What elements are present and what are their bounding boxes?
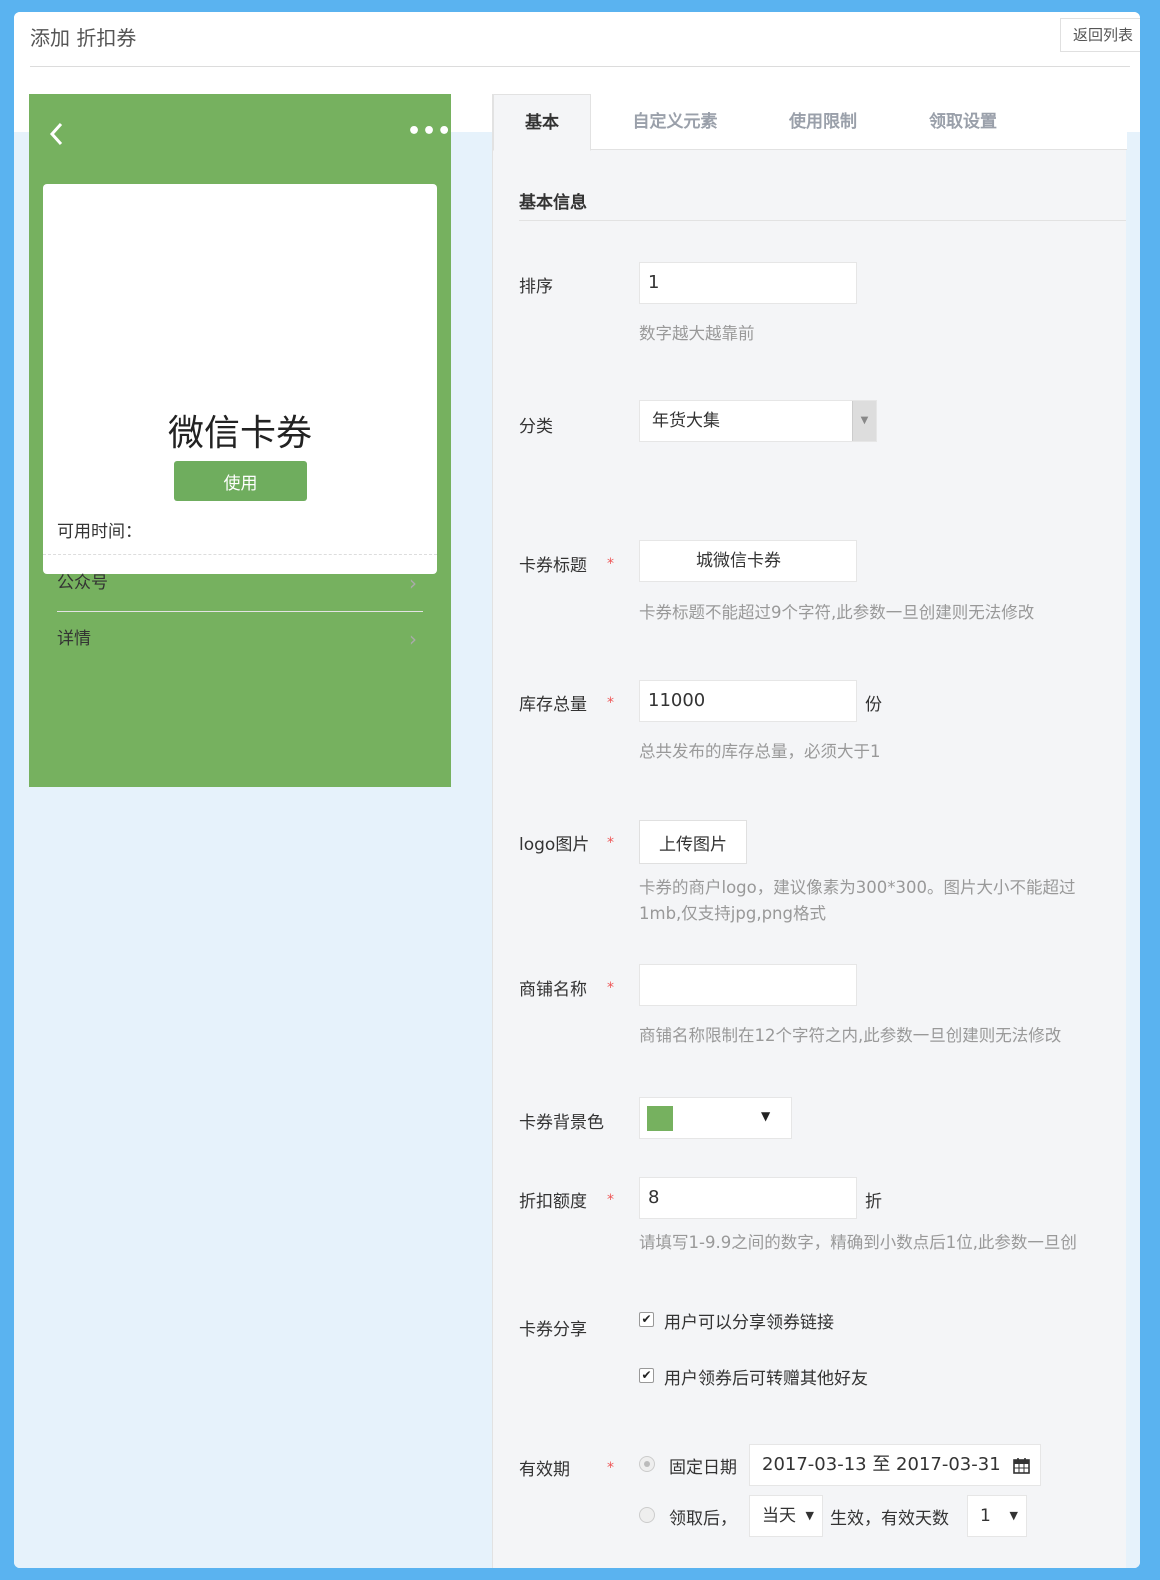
category-select[interactable]: 年货大集 ▼	[639, 400, 877, 442]
card-title-input[interactable]: 城微信卡券	[639, 540, 857, 582]
required-mark: *	[607, 556, 614, 572]
logo-help-line1: 卡券的商户logo，建议像素为300*300。图片大小不能超过	[639, 878, 1076, 897]
required-mark: *	[607, 695, 614, 711]
valid-days-value: 1	[980, 1506, 991, 1526]
tab-custom-elements[interactable]: 自定义元素	[605, 94, 745, 150]
app-frame: 添加 折扣券 返回列表 ••• 微信卡券 使用 可用时间： 公众号 › 详情 ›	[14, 12, 1140, 1568]
caret-down-icon: ▼	[1009, 1509, 1018, 1522]
merchant-logo	[229, 249, 279, 299]
caret-down-icon: ▼	[805, 1509, 814, 1522]
use-button[interactable]: 使用	[174, 461, 307, 501]
logo-help-line2: 1mb,仅支持jpg,png格式	[639, 904, 826, 923]
date-range-input[interactable]: 2017-03-13 至 2017-03-31	[749, 1444, 1041, 1486]
transfer-label: 用户领券后可转赠其他好友	[664, 1369, 868, 1389]
share-link-checkbox[interactable]: ✔	[639, 1312, 654, 1327]
row-label: 详情	[57, 629, 91, 649]
preview-card-title: 微信卡券	[167, 413, 312, 454]
fixed-date-radio[interactable]	[639, 1456, 655, 1472]
valid-days-select[interactable]: 1 ▼	[967, 1495, 1027, 1537]
form-panel: 基本 自定义元素 使用限制 领取设置 基本信息 排序 1 数字越大越靠前 分类 …	[492, 94, 1127, 1568]
required-mark: *	[607, 835, 614, 851]
stock-unit: 份	[865, 695, 882, 715]
stock-label: 库存总量	[519, 695, 587, 715]
card-title-help: 卡券标题不能超过9个字符,此参数一旦创建则无法修改	[639, 603, 1035, 622]
bg-color-picker[interactable]: ▼	[639, 1097, 792, 1139]
discount-input[interactable]: 8	[639, 1177, 857, 1219]
tab-basic[interactable]: 基本	[493, 94, 591, 151]
date-range-value: 2017-03-13 至 2017-03-31	[762, 1454, 1001, 1475]
tab-usage-limits[interactable]: 使用限制	[763, 94, 883, 150]
after-claim-radio[interactable]	[639, 1507, 655, 1523]
shop-name-help: 商铺名称限制在12个字符之内,此参数一旦创建则无法修改	[639, 1026, 1062, 1045]
discount-help: 请填写1-9.9之间的数字，精确到小数点后1位,此参数一旦创	[639, 1233, 1077, 1252]
required-mark: *	[607, 980, 614, 996]
row-label: 公众号	[57, 573, 108, 593]
transfer-checkbox[interactable]: ✔	[639, 1368, 654, 1383]
caret-down-icon: ▼	[761, 1109, 771, 1123]
upload-image-button[interactable]: 上传图片	[639, 820, 747, 864]
discount-label: 折扣额度	[519, 1192, 587, 1212]
shop-name-input[interactable]	[639, 964, 857, 1006]
fixed-date-label: 固定日期	[669, 1458, 737, 1478]
stock-input[interactable]: 11000	[639, 680, 857, 722]
more-icon: •••	[407, 119, 453, 144]
tab-claim-settings[interactable]: 领取设置	[903, 94, 1023, 150]
card-preview: ••• 微信卡券 使用 可用时间： 公众号 › 详情 ›	[29, 94, 451, 787]
effective-days-label: 生效，有效天数	[830, 1509, 949, 1529]
preview-row-details[interactable]: 详情 ›	[57, 612, 423, 667]
required-mark: *	[607, 1460, 614, 1476]
category-value: 年货大集	[652, 411, 720, 431]
after-claim-label: 领取后，	[669, 1509, 737, 1529]
stock-help: 总共发布的库存总量，必须大于1	[639, 742, 881, 761]
title-divider	[30, 66, 1130, 67]
section-divider	[519, 220, 1126, 221]
page-title: 添加 折扣券	[30, 26, 137, 50]
section-title: 基本信息	[519, 193, 587, 213]
dropdown-arrow-icon: ▼	[852, 401, 876, 441]
effective-day-select[interactable]: 当天 ▼	[749, 1495, 823, 1537]
available-time-label: 可用时间：	[57, 522, 142, 542]
preview-row-official-account[interactable]: 公众号 ›	[57, 556, 423, 611]
category-label: 分类	[519, 417, 553, 437]
top-bar: 添加 折扣券 返回列表	[14, 12, 1140, 80]
required-mark: *	[607, 1192, 614, 1208]
share-label: 卡券分享	[519, 1320, 587, 1340]
sort-input[interactable]: 1	[639, 262, 857, 304]
card-title-label: 卡券标题	[519, 556, 587, 576]
back-arrow-icon	[49, 122, 63, 146]
bg-color-label: 卡券背景色	[519, 1113, 604, 1133]
tab-bar: 基本 自定义元素 使用限制 领取设置	[493, 94, 1127, 151]
calendar-icon	[1013, 1458, 1030, 1474]
chevron-right-icon: ›	[409, 627, 417, 651]
discount-unit: 折	[865, 1192, 882, 1212]
sort-label: 排序	[519, 277, 553, 297]
dashed-divider	[43, 554, 437, 555]
share-link-label: 用户可以分享领券链接	[664, 1313, 834, 1333]
preview-card: 微信卡券 使用 可用时间： 公众号 › 详情 ›	[43, 184, 437, 651]
validity-label: 有效期	[519, 1460, 570, 1480]
chevron-right-icon: ›	[409, 571, 417, 595]
back-to-list-button[interactable]: 返回列表	[1060, 18, 1140, 52]
color-swatch	[647, 1106, 673, 1131]
effective-day-value: 当天	[762, 1506, 796, 1526]
logo-label: logo图片	[519, 835, 590, 855]
sort-help: 数字越大越靠前	[639, 324, 755, 343]
shop-name-label: 商铺名称	[519, 980, 587, 1000]
